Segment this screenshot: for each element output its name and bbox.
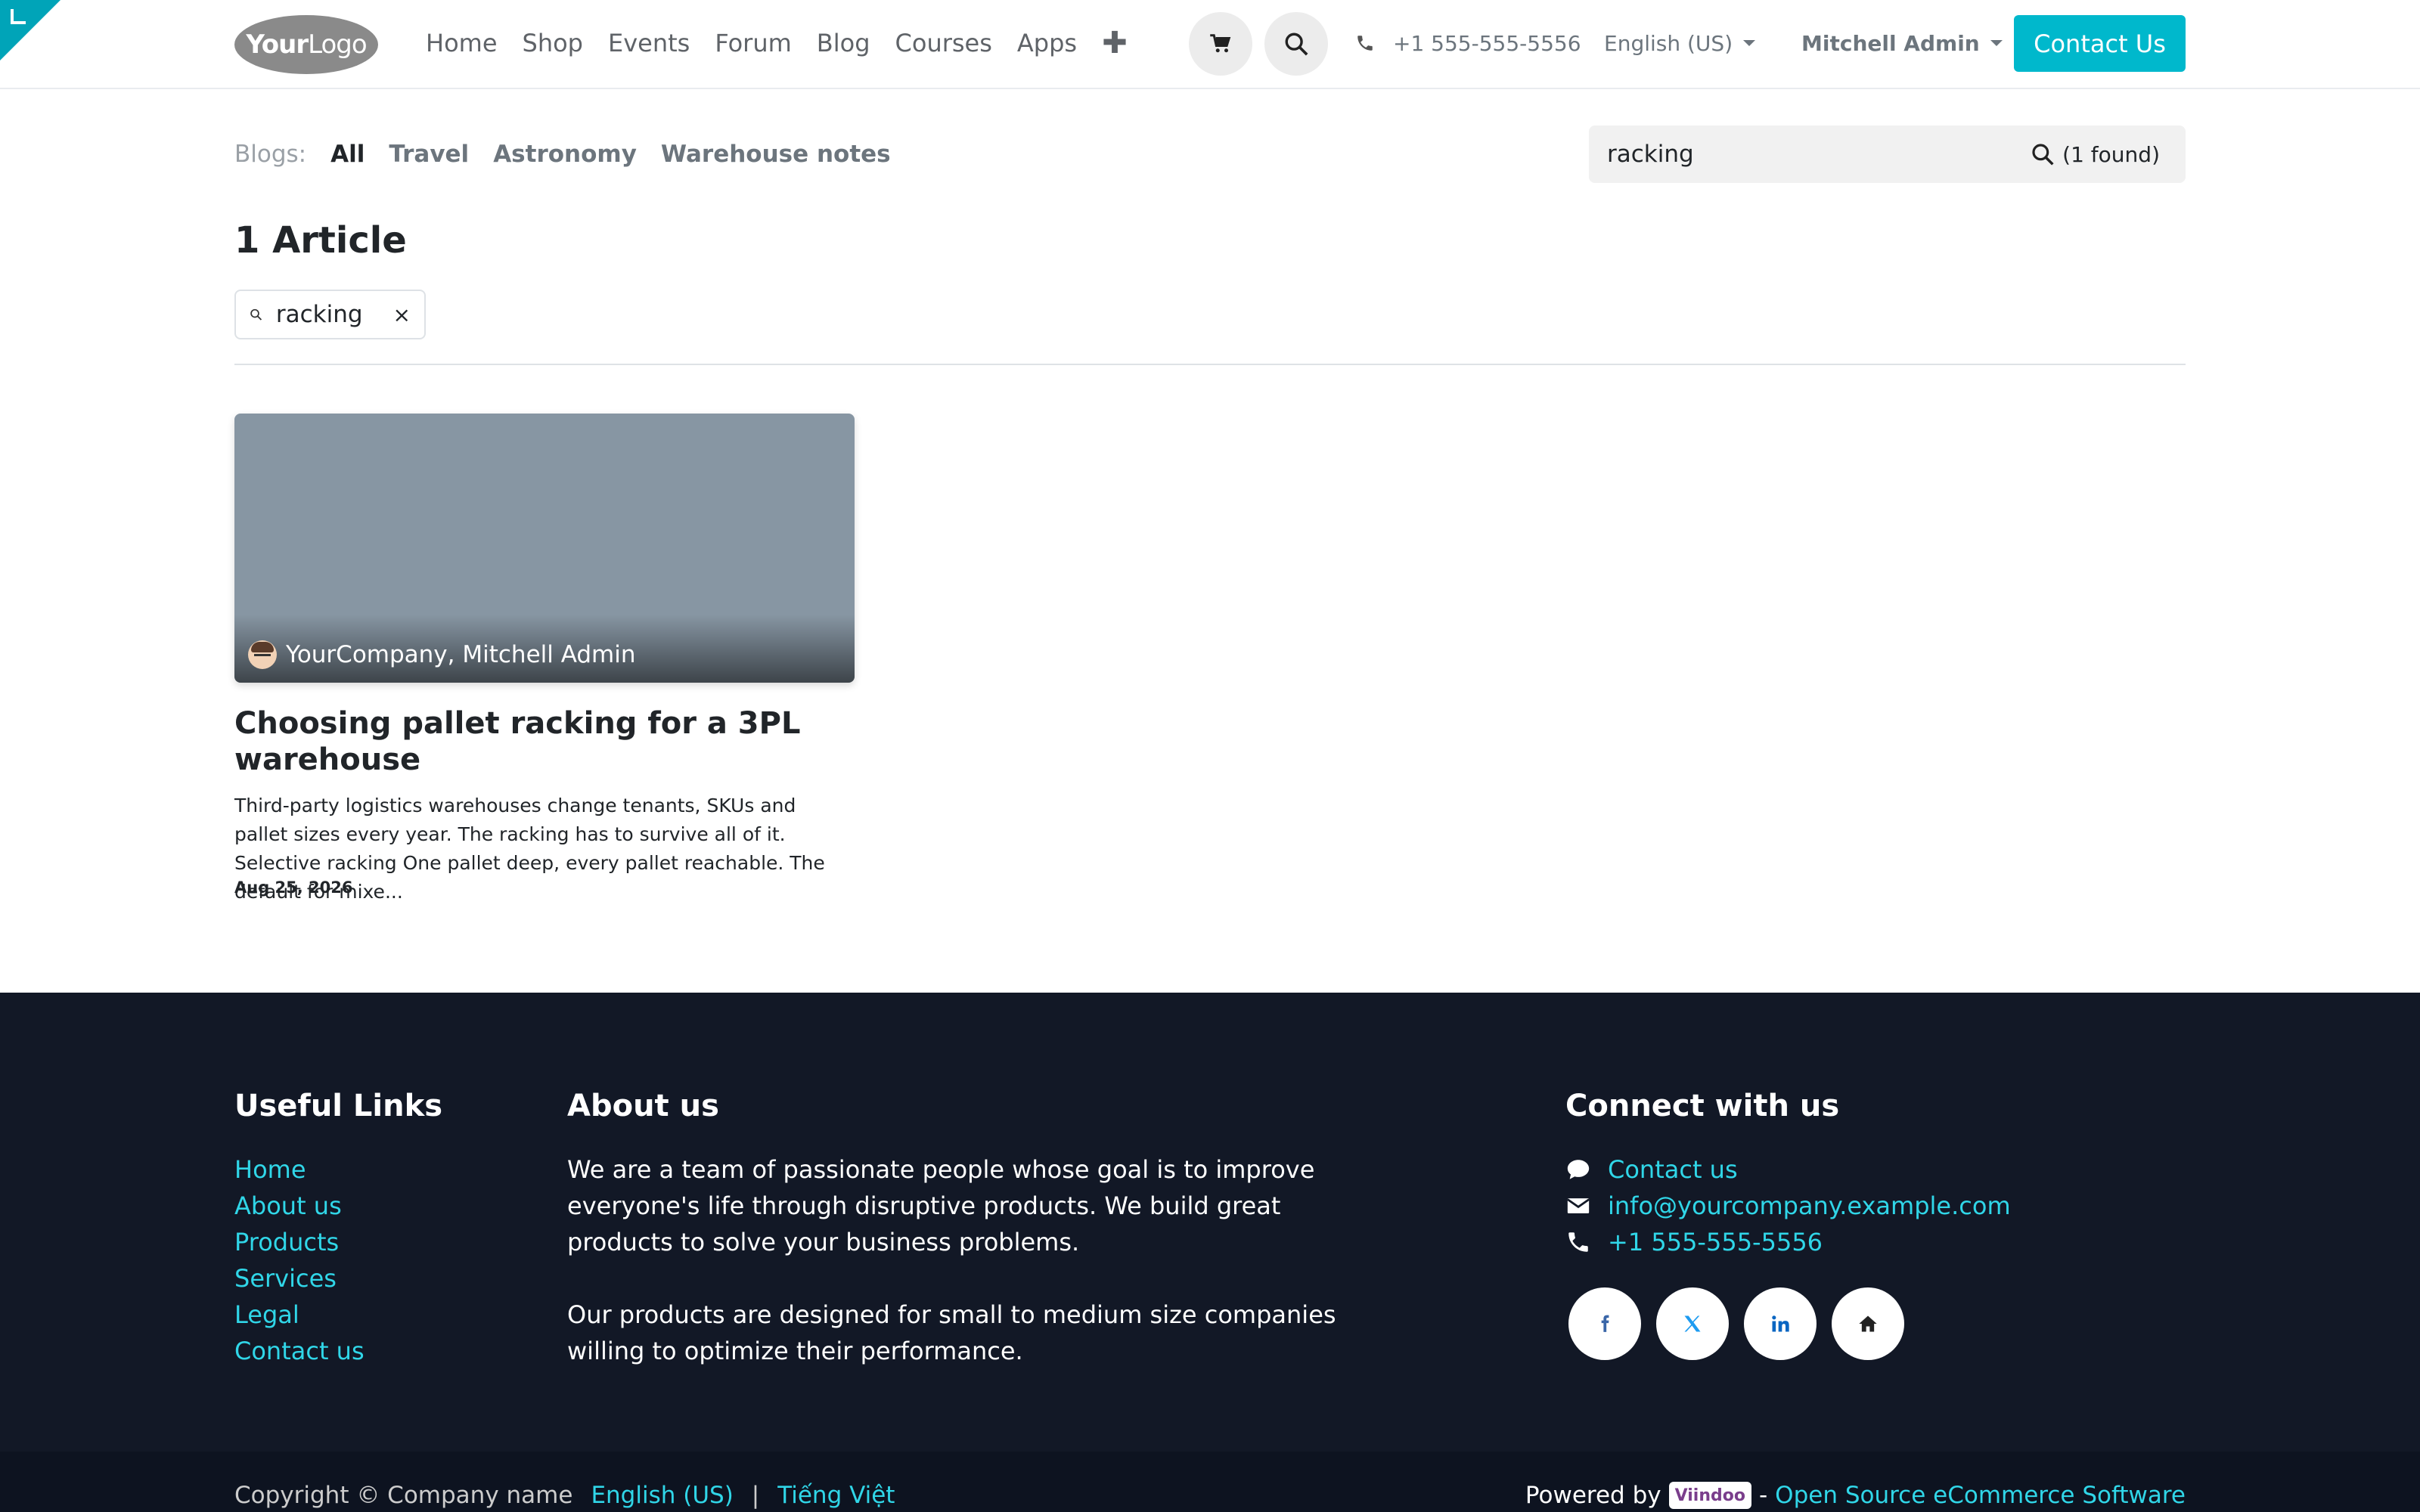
about-us-text: We are a team of passionate people whose… bbox=[567, 1151, 1354, 1369]
lang-vietnamese-link[interactable]: Tiếng Việt bbox=[777, 1482, 895, 1509]
facebook-button[interactable] bbox=[1568, 1287, 1641, 1360]
comment-icon bbox=[1567, 1160, 1590, 1179]
avatar bbox=[248, 640, 277, 669]
nav-courses[interactable]: Courses bbox=[895, 29, 992, 57]
blog-tab-warehouse-notes[interactable]: Warehouse notes bbox=[661, 141, 891, 168]
site-footer: Useful Links Home About us Products Serv… bbox=[0, 993, 2420, 1452]
lang-separator: | bbox=[751, 1482, 760, 1509]
lang-english-link[interactable]: English (US) bbox=[591, 1482, 733, 1509]
corner-arrow-icon bbox=[11, 9, 26, 24]
powered-by: Powered by Viindoo - Open Source eCommer… bbox=[1525, 1482, 2186, 1509]
email-link: info@yourcompany.example.com bbox=[1608, 1191, 2011, 1220]
post-cover-image[interactable]: YourCompany, Mitchell Admin bbox=[234, 414, 855, 683]
divider bbox=[234, 364, 2186, 365]
viindoo-logo[interactable]: Viindoo bbox=[1668, 1482, 1751, 1509]
footer-link-about[interactable]: About us bbox=[234, 1188, 365, 1224]
blog-tab-all[interactable]: All bbox=[330, 141, 365, 168]
found-count: (1 found) bbox=[2062, 141, 2160, 167]
site-header: Your Logo Home Shop Events Forum Blog Cou… bbox=[0, 0, 2420, 89]
search-button[interactable] bbox=[1264, 12, 1328, 76]
results-count-title: 1 Article bbox=[234, 219, 407, 262]
connect-title: Connect with us bbox=[1565, 1089, 1840, 1123]
nav-shop[interactable]: Shop bbox=[523, 29, 583, 57]
blogs-label: Blogs: bbox=[234, 141, 307, 168]
about-paragraph-1: We are a team of passionate people whose… bbox=[567, 1155, 1315, 1256]
powered-dash: - bbox=[1758, 1482, 1768, 1509]
nav-home[interactable]: Home bbox=[426, 29, 498, 57]
main-nav: Home Shop Events Forum Blog Courses Apps… bbox=[426, 0, 1128, 86]
cart-button[interactable] bbox=[1189, 12, 1252, 76]
blog-search-input[interactable]: racking (1 found) bbox=[1589, 125, 2186, 183]
search-filter-chip: racking × bbox=[234, 290, 426, 339]
x-twitter-icon bbox=[1684, 1315, 1701, 1332]
header-phone-text: +1 555-555-5556 bbox=[1393, 30, 1581, 56]
footer-link-home[interactable]: Home bbox=[234, 1151, 365, 1188]
social-links bbox=[1568, 1287, 1904, 1360]
nav-apps[interactable]: Apps bbox=[1017, 29, 1077, 57]
blog-tab-travel[interactable]: Travel bbox=[389, 141, 469, 168]
home-icon bbox=[1859, 1315, 1877, 1332]
search-icon bbox=[2032, 144, 2054, 166]
close-icon[interactable]: × bbox=[393, 302, 411, 327]
home-button[interactable] bbox=[1832, 1287, 1904, 1360]
add-menu-icon[interactable]: ✚ bbox=[1102, 26, 1128, 60]
logo-text-bold: Your bbox=[246, 29, 309, 60]
editor-corner-toggle[interactable] bbox=[0, 0, 60, 60]
blog-filter-bar: Blogs: All Travel Astronomy Warehouse no… bbox=[234, 135, 891, 174]
envelope-icon bbox=[1567, 1198, 1590, 1213]
linkedin-icon bbox=[1772, 1315, 1789, 1332]
chevron-down-icon bbox=[1990, 40, 2003, 46]
post-author-name: YourCompany, Mitchell Admin bbox=[286, 641, 636, 668]
search-icon bbox=[1285, 33, 1308, 56]
nav-blog[interactable]: Blog bbox=[817, 29, 870, 57]
user-dropdown[interactable]: Mitchell Admin bbox=[1801, 0, 2003, 86]
contact-us-link: Contact us bbox=[1608, 1155, 1738, 1184]
footer-contact-us[interactable]: Contact us bbox=[1565, 1151, 2011, 1188]
blog-tab-astronomy[interactable]: Astronomy bbox=[493, 141, 637, 168]
search-submit[interactable]: (1 found) bbox=[2031, 142, 2160, 167]
x-twitter-button[interactable] bbox=[1656, 1287, 1729, 1360]
linkedin-button[interactable] bbox=[1744, 1287, 1817, 1360]
useful-links-list: Home About us Products Services Legal Co… bbox=[234, 1151, 365, 1369]
post-title-link[interactable]: Choosing pallet racking for a 3PL wareho… bbox=[234, 705, 855, 778]
footer-email[interactable]: info@yourcompany.example.com bbox=[1565, 1188, 2011, 1224]
footer-link-contact[interactable]: Contact us bbox=[234, 1333, 365, 1369]
footer-link-legal[interactable]: Legal bbox=[234, 1297, 365, 1333]
open-source-link[interactable]: Open Source eCommerce Software bbox=[1775, 1482, 2186, 1509]
post-author: YourCompany, Mitchell Admin bbox=[248, 640, 636, 669]
chip-label: racking bbox=[275, 301, 363, 328]
footer-link-products[interactable]: Products bbox=[234, 1224, 365, 1260]
connect-list: Contact us info@yourcompany.example.com … bbox=[1565, 1151, 2011, 1260]
header-phone[interactable]: +1 555-555-5556 bbox=[1355, 0, 1581, 86]
site-logo[interactable]: Your Logo bbox=[234, 15, 378, 74]
copyright-area: Copyright © Company name English (US) | … bbox=[234, 1482, 895, 1509]
copyright-text: Copyright © Company name bbox=[234, 1482, 573, 1509]
language-label: English (US) bbox=[1604, 30, 1733, 56]
post-date: Aug 25, 2026 bbox=[234, 878, 353, 897]
phone-link: +1 555-555-5556 bbox=[1608, 1228, 1823, 1256]
search-icon bbox=[250, 308, 262, 321]
contact-us-button[interactable]: Contact Us bbox=[2014, 15, 2186, 72]
footer-link-services[interactable]: Services bbox=[234, 1260, 365, 1297]
about-us-title: About us bbox=[567, 1089, 719, 1123]
phone-icon bbox=[1357, 36, 1373, 51]
useful-links-title: Useful Links bbox=[234, 1089, 443, 1123]
nav-forum[interactable]: Forum bbox=[715, 29, 791, 57]
phone-icon bbox=[1568, 1232, 1588, 1252]
footer-phone[interactable]: +1 555-555-5556 bbox=[1565, 1224, 2011, 1260]
blog-search-value: racking bbox=[1607, 141, 1694, 168]
language-dropdown[interactable]: English (US) bbox=[1604, 0, 1756, 86]
nav-events[interactable]: Events bbox=[608, 29, 690, 57]
powered-by-text: Powered by bbox=[1525, 1482, 1661, 1509]
facebook-icon bbox=[1601, 1315, 1609, 1332]
logo-text-light: Logo bbox=[308, 29, 368, 60]
chevron-down-icon bbox=[1743, 40, 1756, 46]
cart-icon bbox=[1210, 34, 1231, 53]
user-name: Mitchell Admin bbox=[1801, 30, 1980, 56]
about-paragraph-2: Our products are designed for small to m… bbox=[567, 1300, 1336, 1365]
